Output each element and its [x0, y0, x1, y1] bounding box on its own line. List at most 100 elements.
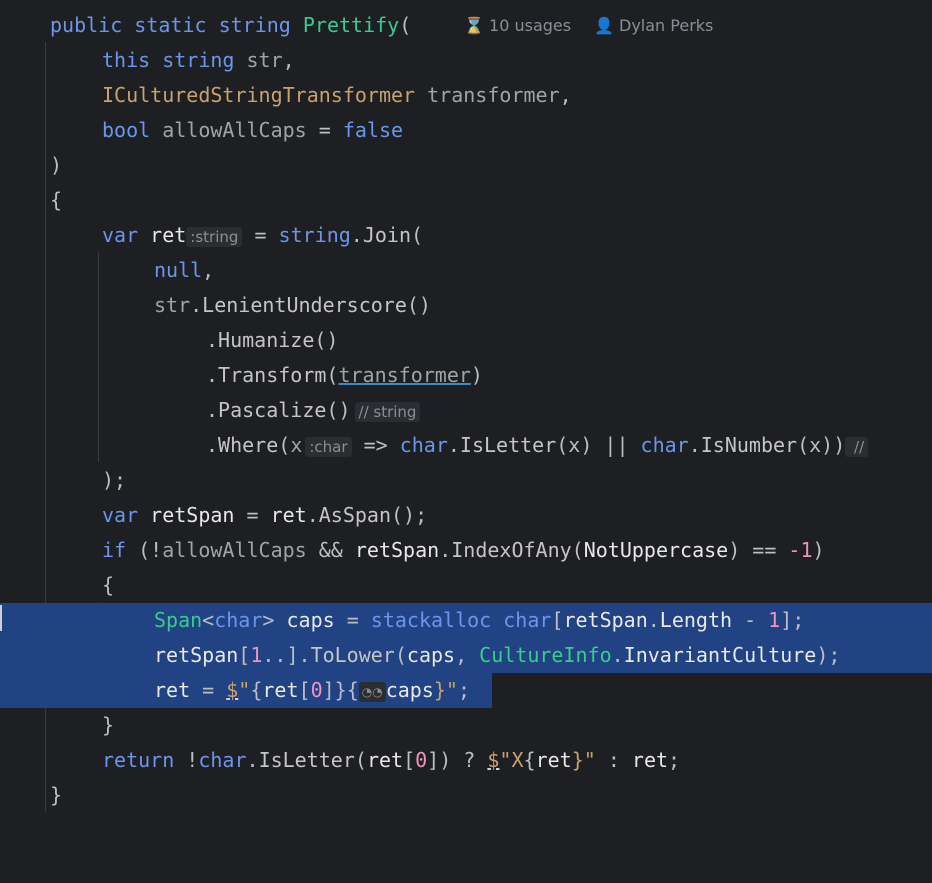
param-name: allowAllCaps — [162, 538, 307, 562]
interpolation-dollar[interactable]: $ — [226, 678, 238, 702]
field-name[interactable]: NotUppercase — [584, 538, 729, 562]
token: return — [102, 748, 187, 772]
param-reference[interactable]: transformer — [338, 363, 470, 387]
method-name[interactable]: Humanize — [218, 328, 314, 352]
token: char — [198, 748, 247, 772]
lambda-param: x — [290, 433, 303, 457]
variable-name: caps — [286, 608, 335, 632]
type-hint: // string — [354, 401, 421, 422]
glasses-icon[interactable]: ◔◔ — [358, 681, 386, 702]
token: ]}{ — [322, 678, 359, 702]
code-line[interactable]: var retSpan = ret.AsSpan(); — [0, 498, 932, 533]
code-line[interactable]: null, — [0, 253, 932, 288]
method-name[interactable]: ToLower — [311, 643, 395, 667]
code-line[interactable]: ); — [0, 463, 932, 498]
method-name[interactable]: Transform — [218, 363, 326, 387]
type-name[interactable]: CultureInfo — [479, 643, 611, 667]
token: . — [447, 433, 460, 457]
token: [ — [238, 643, 251, 667]
token: . — [206, 398, 219, 422]
property-name[interactable]: InvariantCulture — [624, 643, 817, 667]
variable-name: retSpan — [154, 643, 239, 667]
author-label: Dylan Perks — [619, 16, 714, 35]
token: ) — [50, 153, 63, 177]
token: ( — [571, 538, 584, 562]
usages-codelens[interactable]: ⌛ 10 usages — [464, 8, 571, 43]
code-line[interactable]: var ret:string = string.Join( — [0, 218, 932, 253]
interpolation-dollar[interactable]: $ — [487, 748, 499, 772]
code-line[interactable]: ) — [0, 148, 932, 183]
token: ; — [668, 748, 681, 772]
code-line[interactable]: } — [0, 708, 932, 743]
code-line[interactable]: retSpan[1..].ToLower(caps, CultureInfo.I… — [0, 638, 932, 673]
code-line[interactable]: { — [0, 183, 932, 218]
variable-name: ret — [270, 503, 307, 527]
token: = — [234, 503, 271, 527]
token: = — [306, 118, 343, 142]
token: . — [190, 293, 203, 317]
method-name[interactable]: Where — [218, 433, 278, 457]
token: if — [102, 538, 139, 562]
code-line[interactable]: Span<char> caps = stackalloc char[retSpa… — [0, 603, 932, 638]
code-line[interactable]: } — [0, 778, 932, 813]
token: ( — [326, 363, 339, 387]
token: = — [190, 678, 227, 702]
code-line[interactable]: ICulturedStringTransformer transformer, — [0, 78, 932, 113]
method-name[interactable]: IsLetter — [259, 748, 355, 772]
token: ( — [411, 223, 424, 247]
token: . — [206, 433, 219, 457]
code-line[interactable]: public static string Prettify( ⌛ 10 usag… — [0, 8, 932, 43]
code-line[interactable]: .Where(x:char => char.IsLetter(x) || cha… — [0, 428, 932, 463]
token: ) — [812, 538, 825, 562]
code-line[interactable]: bool allowAllCaps = false — [0, 113, 932, 148]
token: ) — [470, 363, 483, 387]
token: char — [640, 433, 689, 457]
code-line[interactable]: .Pascalize()// string — [0, 393, 932, 428]
method-name[interactable]: Prettify — [303, 13, 399, 37]
token: char — [214, 608, 263, 632]
param-name: str — [154, 293, 191, 317]
code-line[interactable]: this string str, — [0, 43, 932, 78]
method-name[interactable]: Join — [363, 223, 411, 247]
token: } — [102, 713, 115, 737]
usages-label: 10 usages — [489, 16, 572, 35]
token: char — [399, 433, 448, 457]
code-line[interactable]: { — [0, 568, 932, 603]
param-name: transformer — [427, 83, 560, 107]
token: [ — [551, 608, 564, 632]
method-name[interactable]: AsSpan — [319, 503, 391, 527]
code-editor[interactable]: public static string Prettify( ⌛ 10 usag… — [0, 0, 932, 818]
token: stackalloc — [370, 608, 504, 632]
method-name[interactable]: Pascalize — [218, 398, 326, 422]
hourglass-icon: ⌛ — [464, 16, 490, 35]
token: && — [306, 538, 355, 562]
number: 0 — [310, 678, 323, 702]
token: . — [206, 363, 219, 387]
method-name[interactable]: LenientUnderscore — [202, 293, 407, 317]
token: . — [206, 328, 219, 352]
token: . — [647, 608, 660, 632]
code-line[interactable]: str.LenientUnderscore() — [0, 288, 932, 323]
method-name[interactable]: IsLetter — [460, 433, 556, 457]
code-line[interactable]: .Humanize() — [0, 323, 932, 358]
token: { — [250, 678, 263, 702]
param-name: allowAllCaps — [162, 118, 307, 142]
token: { — [50, 188, 63, 212]
code-line[interactable]: .Transform(transformer) — [0, 358, 932, 393]
code-line[interactable]: ret = $"{ret[0]}{◔◔ caps}"; — [0, 673, 932, 708]
author-codelens[interactable]: 👤 Dylan Perks — [594, 8, 713, 43]
method-name[interactable]: IndexOfAny — [451, 538, 571, 562]
code-line[interactable]: return !char.IsLetter(ret[0]) ? $"X{ret}… — [0, 743, 932, 778]
token: > — [262, 608, 287, 632]
token: . — [611, 643, 624, 667]
variable-name: caps — [385, 678, 434, 702]
token: . — [350, 223, 363, 247]
method-name[interactable]: IsNumber — [701, 433, 797, 457]
token: { — [102, 573, 115, 597]
type-hint: :string — [186, 226, 243, 247]
token: () — [326, 398, 351, 422]
token: char — [503, 608, 552, 632]
property-name[interactable]: Length — [660, 608, 732, 632]
code-line[interactable]: if (!allowAllCaps && retSpan.IndexOfAny(… — [0, 533, 932, 568]
number: 0 — [415, 748, 428, 772]
